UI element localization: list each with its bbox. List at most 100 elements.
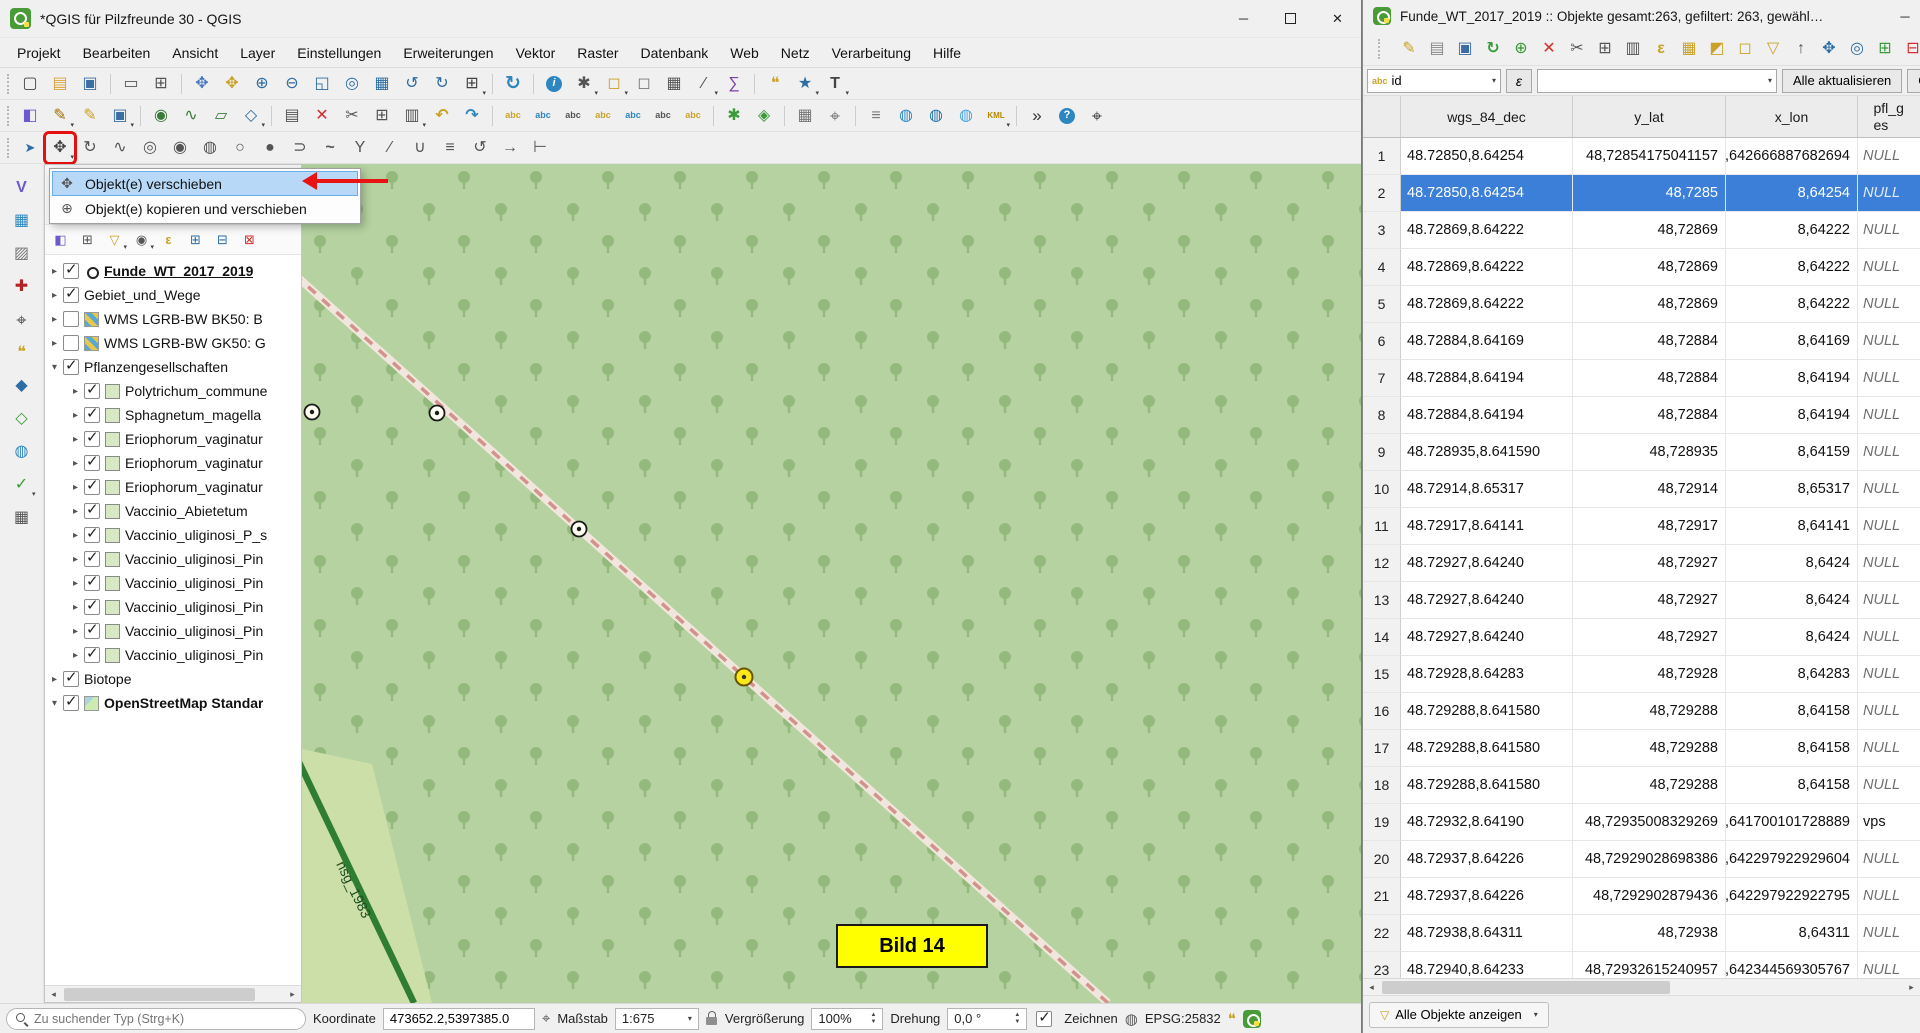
pan-map-icon[interactable]: ✥▾	[188, 70, 216, 98]
expander-icon[interactable]: ▾	[48, 362, 61, 373]
layer-item[interactable]: ▸ Vaccinio_uliginosi_Pin	[45, 571, 301, 595]
scroll-right-icon[interactable]: ▸	[284, 986, 301, 1003]
measure-icon[interactable]: ∕▾	[690, 70, 718, 98]
toolbar-separator[interactable]: ▾	[1012, 102, 1021, 130]
delete-ring-icon[interactable]: ○▾	[226, 134, 254, 162]
rotation-spin[interactable]: 0,0 ° ▲▼	[947, 1008, 1027, 1030]
add-feature-icon[interactable]: ⊕▾	[1508, 36, 1534, 62]
layer-checkbox[interactable]	[63, 695, 79, 711]
pan-to-selection-icon[interactable]: ✥▾	[218, 70, 246, 98]
layer-label[interactable]: Biotope	[84, 671, 131, 687]
menu-item[interactable]: Raster	[566, 40, 629, 66]
layer-styling-icon[interactable]: ◧▾	[16, 102, 44, 130]
table-row[interactable]: 20 48.72937,8.64226 48,72929028698386 8,…	[1363, 841, 1920, 878]
toolbar-separator[interactable]: ▾	[851, 102, 860, 130]
expander-icon[interactable]: ▸	[69, 602, 82, 613]
copy-icon[interactable]: ⊞▾	[1592, 36, 1618, 62]
open-project-icon[interactable]: ▤▾	[46, 70, 74, 98]
filter-selection-icon[interactable]: ▽▾	[1760, 36, 1786, 62]
cell-ylat[interactable]: 48,729288	[1573, 730, 1726, 767]
layer-checkbox[interactable]	[84, 575, 100, 591]
add-part-icon[interactable]: ◉▾	[166, 134, 194, 162]
cell-pflges[interactable]: NULL	[1858, 693, 1920, 730]
layer-label[interactable]: OpenStreetMap Standar	[104, 695, 263, 711]
update-all-button[interactable]: Alle aktualisieren	[1782, 69, 1902, 93]
open-attribute-table-icon[interactable]: ▦▾	[660, 70, 688, 98]
cell-wgs[interactable]: 48.729288,8.641580	[1401, 767, 1573, 804]
menu-item[interactable]: Vektor	[505, 40, 567, 66]
layers-panel-hscrollbar[interactable]: ◂ ▸	[45, 985, 301, 1002]
graphical-modeler-icon[interactable]: ◈▾	[750, 102, 778, 130]
expander-icon[interactable]: ▸	[69, 482, 82, 493]
cell-wgs[interactable]: 48.72914,8.65317	[1401, 471, 1573, 508]
update-selected-button[interactable]: Gewählte aktualisieren	[1907, 69, 1920, 93]
expander-icon[interactable]: ▸	[69, 458, 82, 469]
menu-item[interactable]: Web	[719, 40, 770, 66]
table-row[interactable]: 23 48.72940,8.64233 48,72932615240957 8,…	[1363, 952, 1920, 978]
cell-wgs[interactable]: 48.72937,8.64226	[1401, 841, 1573, 878]
cell-xlon[interactable]: 8,64222	[1726, 286, 1858, 323]
table-row[interactable]: 10 48.72914,8.65317 48,72914 8,65317 NUL…	[1363, 471, 1920, 508]
cell-wgs[interactable]: 48.72927,8.64240	[1401, 582, 1573, 619]
row-number[interactable]: 10	[1363, 471, 1401, 508]
split-features-icon[interactable]: ∕▾	[376, 134, 404, 162]
vertex-tool-icon[interactable]: ◇▾	[237, 102, 265, 130]
processing-toolbox-icon[interactable]: ✱▾	[720, 102, 748, 130]
layer-item[interactable]: ▸ Funde_WT_2017_2019	[45, 259, 301, 283]
reshape-features-icon[interactable]: ~▾	[316, 134, 344, 162]
cell-ylat[interactable]: 48,72928	[1573, 656, 1726, 693]
delete-selected-icon[interactable]: ✕▾	[1536, 36, 1562, 62]
delete-field-icon[interactable]: ⊟▾	[1900, 36, 1920, 62]
globe-icon[interactable]: ◍	[1125, 1010, 1138, 1028]
cell-xlon[interactable]: 8,64158	[1726, 693, 1858, 730]
table-row[interactable]: 18 48.729288,8.641580 48,729288 8,64158 …	[1363, 767, 1920, 804]
add-polygon-feature-icon[interactable]: ▱▾	[207, 102, 235, 130]
deselect-features-icon[interactable]: ◻▾	[630, 70, 658, 98]
cell-pflges[interactable]: NULL	[1858, 434, 1920, 471]
zoom-in-icon[interactable]: ⊕▾	[248, 70, 276, 98]
layer-item[interactable]: ▸ Eriophorum_vaginatur	[45, 451, 301, 475]
menu-item[interactable]: Ansicht	[161, 40, 229, 66]
expander-icon[interactable]: ▸	[48, 338, 61, 349]
cell-ylat[interactable]: 48,72932615240957	[1573, 952, 1726, 978]
cell-ylat[interactable]: 48,72927	[1573, 545, 1726, 582]
cell-xlon[interactable]: 8,64158	[1726, 730, 1858, 767]
expander-icon[interactable]: ▸	[69, 650, 82, 661]
stepper-icon[interactable]: ▲▼	[1014, 1012, 1020, 1025]
cell-xlon[interactable]: 8,64311	[1726, 915, 1858, 952]
cell-pflges[interactable]: NULL	[1858, 656, 1920, 693]
column-header-pflges[interactable]: pfl_ges	[1858, 96, 1920, 138]
layer-checkbox[interactable]	[63, 311, 79, 327]
cell-pflges[interactable]: NULL	[1858, 471, 1920, 508]
layer-label[interactable]: Vaccinio_Abietetum	[125, 503, 248, 519]
layer-label[interactable]: Vaccinio_uliginosi_Pin	[125, 575, 263, 591]
reload-table-icon[interactable]: ↻▾	[1480, 36, 1506, 62]
web-service-icon[interactable]: ◍▾	[922, 102, 950, 130]
cell-ylat[interactable]: 48,7285	[1573, 175, 1726, 212]
cell-pflges[interactable]: NULL	[1858, 138, 1920, 175]
zoom-last-icon[interactable]: ↺▾	[398, 70, 426, 98]
layer-label[interactable]: Vaccinio_uliginosi_Pin	[125, 623, 263, 639]
menu-option[interactable]: ⊕ Objekt(e) kopieren und verschieben	[52, 196, 358, 221]
toggle-editing-icon[interactable]: ✎▾	[76, 102, 104, 130]
feature-marker[interactable]	[572, 522, 587, 537]
row-number[interactable]: 8	[1363, 397, 1401, 434]
layer-label[interactable]: Vaccinio_uliginosi_Pin	[125, 599, 263, 615]
merge-features-icon[interactable]: ∪▾	[406, 134, 434, 162]
expander-icon[interactable]: ▸	[69, 554, 82, 565]
expression-builder-button[interactable]: ε	[1506, 69, 1532, 93]
layer-item[interactable]: ▸ Gebiet_und_Wege	[45, 283, 301, 307]
layer-item[interactable]: ▾ OpenStreetMap Standar	[45, 691, 301, 715]
pan-to-selection-icon[interactable]: ✥▾	[1816, 36, 1842, 62]
layer-label[interactable]: Sphagnetum_magella	[125, 407, 261, 423]
search-input[interactable]	[34, 1012, 297, 1026]
toolbar-separator[interactable]: ▾	[106, 70, 115, 98]
cut-icon[interactable]: ✂▾	[1564, 36, 1590, 62]
new-field-icon[interactable]: ⊞▾	[1872, 36, 1898, 62]
layer-label[interactable]: Eriophorum_vaginatur	[125, 431, 263, 447]
lock-icon[interactable]	[706, 1011, 718, 1026]
row-number[interactable]: 17	[1363, 730, 1401, 767]
toolbar-grip[interactable]: ▾	[5, 70, 14, 98]
cell-ylat[interactable]: 48,72917	[1573, 508, 1726, 545]
layer-labeling-icon[interactable]: abc▾	[499, 102, 527, 130]
